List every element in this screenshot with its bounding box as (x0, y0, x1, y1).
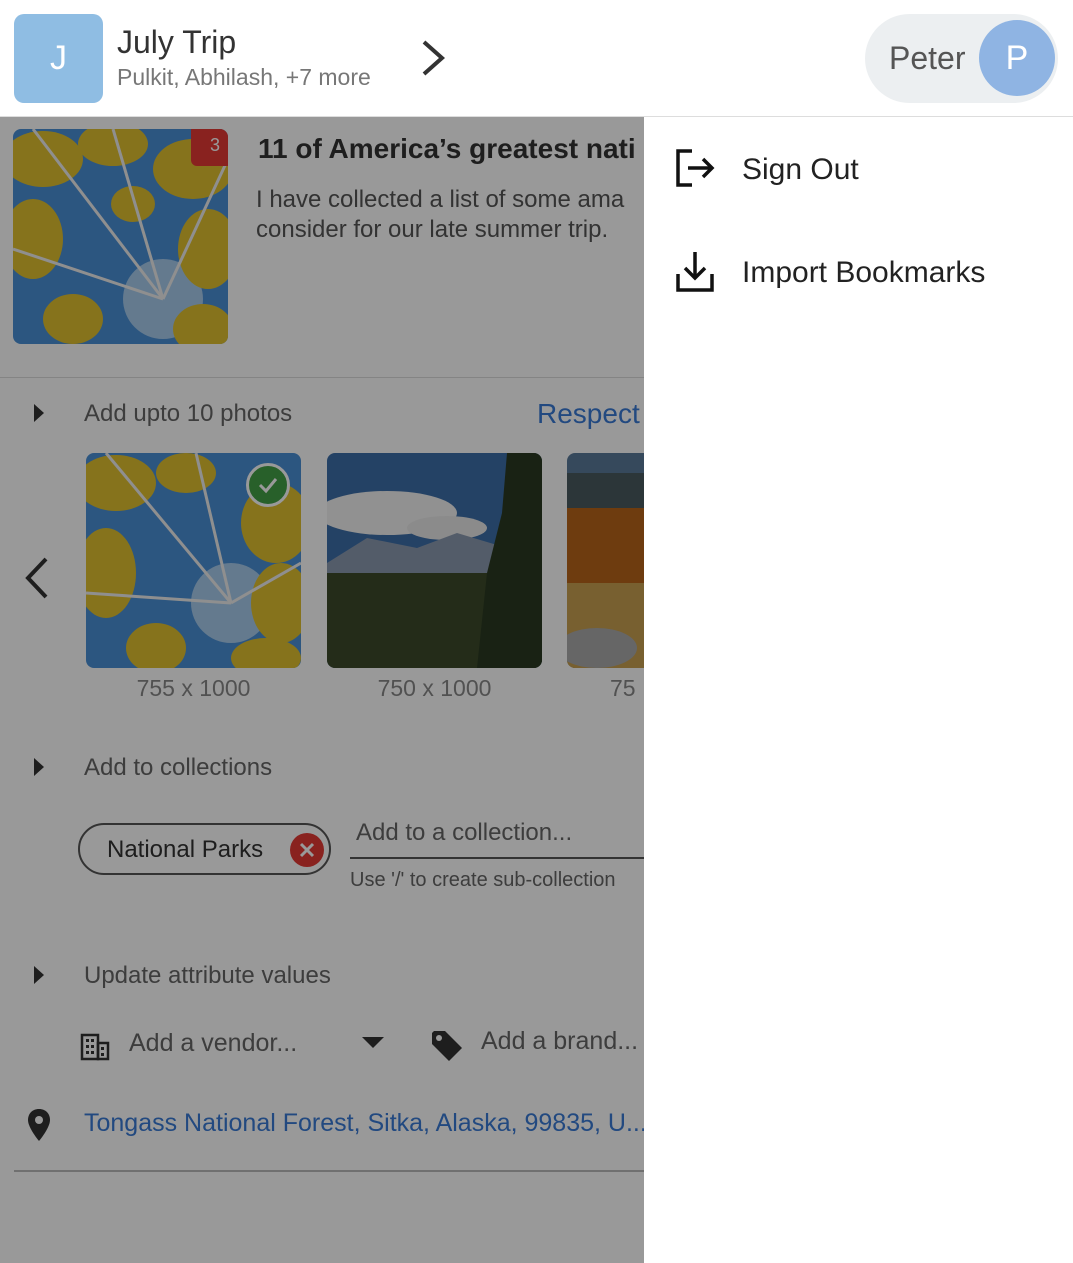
sign-out-icon (676, 149, 715, 187)
vendor-input[interactable]: Add a vendor... (129, 1029, 297, 1058)
collections-section-header[interactable]: Add to collections (0, 748, 644, 788)
divider (0, 377, 644, 378)
download-icon (676, 252, 714, 292)
photo-thumbnail[interactable] (86, 453, 301, 668)
menu-item-label: Sign Out (742, 153, 859, 186)
trip-avatar[interactable]: J (14, 14, 103, 103)
chevron-right-icon[interactable] (414, 36, 450, 80)
photo-size: 755 x 1000 (136, 675, 251, 701)
user-dropdown-menu: Sign Out Import Bookmarks (644, 117, 1073, 1263)
autumn-hills-image (567, 453, 644, 668)
photos-section-label: Add upto 10 photos (84, 400, 293, 427)
dropdown-arrow-icon[interactable] (362, 1037, 384, 1048)
photo-count-badge: 3 (191, 129, 228, 166)
respect-link[interactable]: Respect (537, 398, 640, 430)
attributes-section-label: Update attribute values (84, 962, 331, 989)
photo-thumbnail[interactable] (567, 453, 644, 668)
trip-title[interactable]: July Trip (117, 24, 236, 61)
photo-size: 750 x 1000 (377, 675, 492, 701)
user-menu-button[interactable]: Peter P (865, 14, 1058, 103)
location-link[interactable]: Tongass National Forest, Sitka, Alaska, … (84, 1109, 644, 1138)
user-avatar: P (979, 20, 1055, 96)
user-avatar-initial: P (1005, 38, 1029, 77)
remove-icon[interactable] (290, 833, 324, 867)
tag-icon (432, 1031, 462, 1061)
bookmark-thumbnail[interactable]: 3 (13, 129, 228, 344)
menu-item-label: Import Bookmarks (742, 256, 986, 289)
brand-input[interactable]: Add a brand... (481, 1027, 638, 1056)
user-name: Peter (889, 40, 966, 76)
mountain-valley-image (327, 453, 542, 668)
menu-item-sign-out[interactable]: Sign Out (644, 127, 1073, 207)
bookmark-editor: 3 11 of America’s greatest nati I have c… (0, 117, 644, 1263)
collection-hint: Use '/' to create sub-collection (350, 869, 616, 891)
trip-avatar-initial: J (50, 39, 67, 77)
location-pin-icon (28, 1109, 50, 1141)
collection-input[interactable] (350, 809, 644, 859)
collection-chip[interactable]: National Parks (78, 823, 331, 875)
app-header: J July Trip Pulkit, Abhilash, +7 more Pe… (0, 0, 1073, 117)
expand-triangle-icon[interactable] (34, 404, 44, 422)
menu-item-import-bookmarks[interactable]: Import Bookmarks (644, 230, 1073, 310)
photo-size: 75 (610, 675, 636, 701)
bookmark-description[interactable]: I have collected a list of some ama cons… (256, 185, 644, 245)
chip-label: National Parks (107, 836, 264, 863)
trip-members: Pulkit, Abhilash, +7 more (117, 64, 371, 90)
attributes-section-header[interactable]: Update attribute values (0, 956, 644, 996)
photos-section-header[interactable]: Add upto 10 photos Respect (0, 394, 644, 434)
bookmark-title[interactable]: 11 of America’s greatest nati (258, 133, 636, 165)
collections-section-label: Add to collections (84, 754, 273, 781)
building-icon (80, 1033, 110, 1061)
divider (14, 1170, 644, 1172)
selected-check-icon[interactable] (246, 463, 290, 507)
chevron-left-icon[interactable] (20, 555, 54, 601)
expand-triangle-icon[interactable] (34, 966, 44, 984)
expand-triangle-icon[interactable] (34, 758, 44, 776)
photo-thumbnail[interactable] (327, 453, 542, 668)
